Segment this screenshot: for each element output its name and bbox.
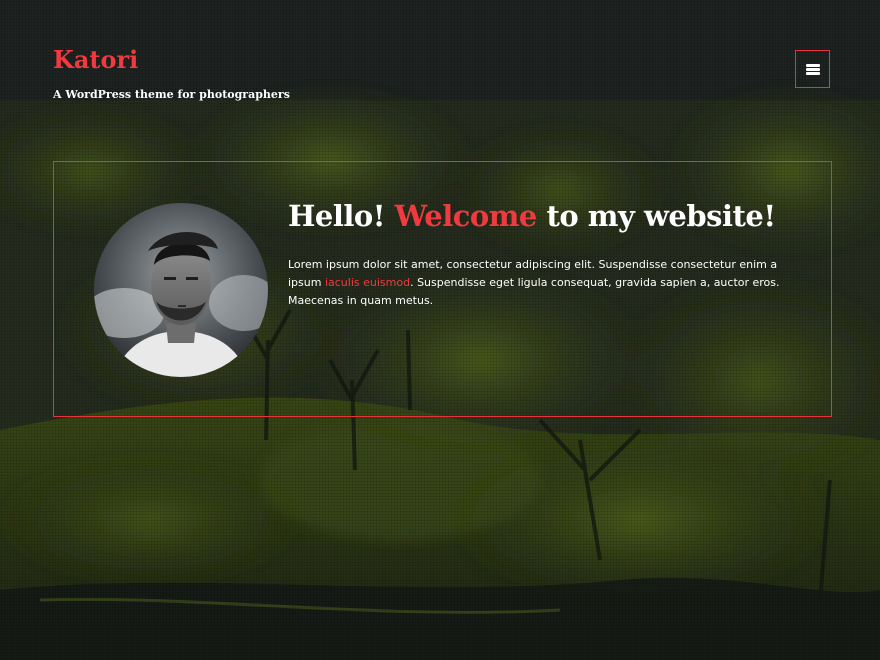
welcome-section: Hello! Welcome to my website! Lorem ipsu… (53, 161, 832, 417)
avatar (94, 203, 268, 377)
heading-end: to my website! (536, 199, 776, 233)
hamburger-menu-icon (805, 63, 820, 75)
heading-start: Hello! (288, 199, 395, 233)
iaculis-euismod-link[interactable]: iaculis euismod (325, 276, 410, 289)
welcome-heading: Hello! Welcome to my website! (288, 194, 776, 238)
site-title[interactable]: Katori (53, 44, 138, 76)
menu-toggle-button[interactable] (795, 50, 830, 88)
site-description: A WordPress theme for photographers (53, 88, 290, 101)
heading-accent: Welcome (394, 199, 538, 233)
welcome-text: Lorem ipsum dolor sit amet, consectetur … (288, 256, 793, 310)
